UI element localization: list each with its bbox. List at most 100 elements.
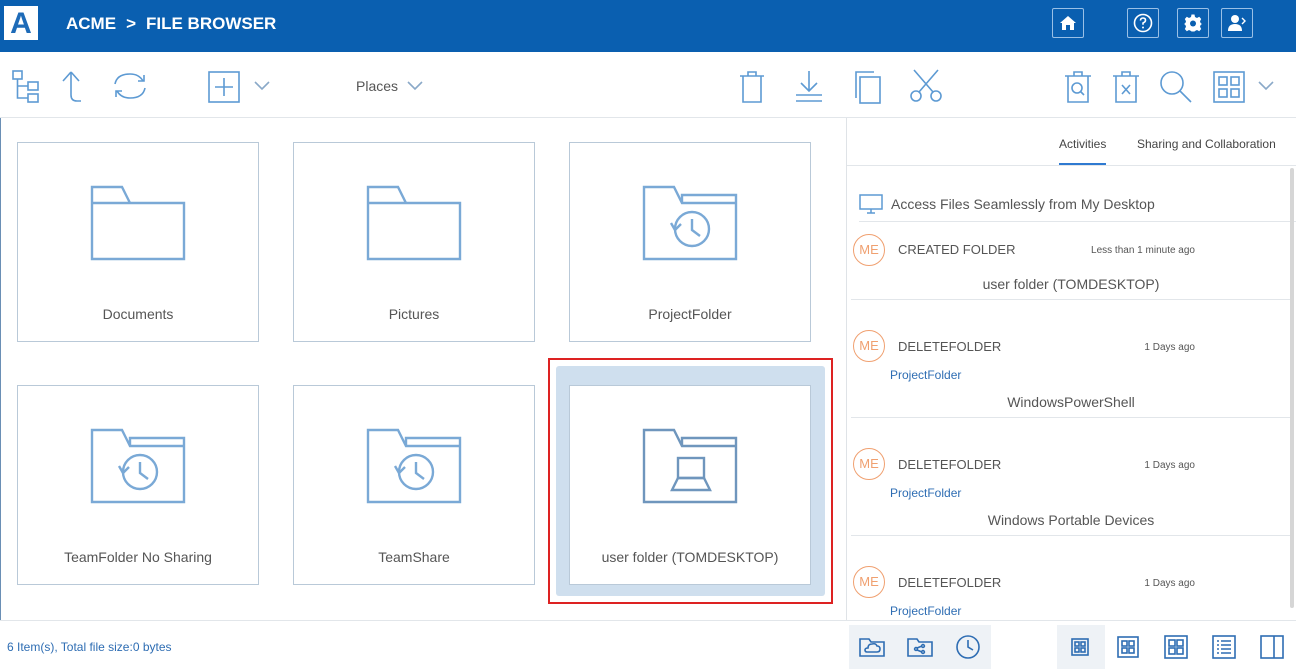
download-button[interactable] — [792, 68, 826, 106]
activity-folder-link[interactable]: ProjectFolder — [890, 486, 961, 500]
status-text: 6 Item(s), Total file size:0 bytes — [7, 640, 172, 654]
home-icon — [1060, 16, 1076, 30]
cloud-folder-icon — [859, 638, 885, 657]
search-recycle-bin-button[interactable] — [1062, 68, 1094, 106]
activity-item: ME DELETEFOLDER 1 Days ago ProjectFolder — [851, 536, 1291, 620]
view-small-tiles-button[interactable] — [1057, 625, 1103, 669]
up-folder-button[interactable] — [58, 68, 84, 104]
up-arrow-icon — [62, 71, 81, 102]
activity-item-name[interactable]: Windows Portable Devices — [851, 512, 1291, 528]
folder-label: Documents — [102, 306, 174, 322]
cloud-folder-button[interactable] — [849, 625, 895, 669]
avatar: ME — [853, 566, 885, 598]
toolbar: Places — [0, 52, 1296, 118]
activity-time: Less than 1 minute ago — [1091, 245, 1195, 256]
activity-folder-link[interactable]: ProjectFolder — [890, 604, 961, 618]
view-large-tiles-button[interactable] — [1153, 625, 1199, 669]
home-button[interactable] — [1052, 8, 1084, 38]
folder-label: Pictures — [388, 306, 440, 322]
cut-icon — [910, 69, 942, 102]
activity-time: 1 Days ago — [1144, 342, 1195, 353]
folder-history-icon — [366, 426, 464, 506]
search-icon — [1160, 71, 1192, 103]
panel-tabs: Activities Sharing and Collaboration — [847, 118, 1296, 166]
activity-item: ME CREATED FOLDER Less than 1 minute ago… — [851, 222, 1291, 300]
monitor-icon — [859, 193, 883, 214]
breadcrumb-separator: > — [126, 14, 136, 33]
add-menu-dropdown[interactable] — [252, 78, 272, 94]
activity-action: CREATED FOLDER — [898, 242, 1016, 257]
activity-item-name[interactable]: WindowsPowerShell — [851, 394, 1291, 410]
user-icon — [1228, 15, 1246, 31]
gear-icon — [1184, 14, 1202, 32]
side-panel-icon — [1260, 635, 1284, 659]
shared-folder-button[interactable] — [897, 625, 943, 669]
folder-grid: Documents Pictures ProjectFolder TeamFol… — [0, 118, 846, 620]
view-mode-dropdown[interactable] — [1256, 78, 1276, 94]
breadcrumb-brand[interactable]: ACME — [66, 14, 116, 33]
add-button[interactable] — [207, 70, 241, 104]
copy-button[interactable] — [850, 68, 884, 106]
activity-item: ME DELETEFOLDER 1 Days ago ProjectFolder… — [851, 418, 1291, 536]
app-header: A ACME > FILE BROWSER — [0, 0, 1296, 52]
small-grid-icon — [1071, 638, 1089, 656]
avatar: ME — [853, 448, 885, 480]
help-button[interactable] — [1127, 8, 1159, 38]
avatar: ME — [853, 234, 885, 266]
folder-tile-documents[interactable]: Documents — [17, 142, 259, 342]
tab-sharing-and-collaboration[interactable]: Sharing and Collaboration — [1137, 137, 1276, 151]
activity-item-name[interactable]: user folder (TOMDESKTOP) — [851, 276, 1291, 292]
activity-folder-link[interactable]: ProjectFolder — [890, 368, 961, 382]
chevron-down-icon — [407, 81, 423, 91]
refresh-button[interactable] — [108, 68, 152, 104]
settings-button[interactable] — [1177, 8, 1209, 38]
large-grid-icon — [1164, 635, 1188, 659]
folder-tile-teamfolder-no-sharing[interactable]: TeamFolder No Sharing — [17, 385, 259, 585]
cut-button[interactable] — [906, 66, 946, 106]
folder-label: user folder (TOMDESKTOP) — [601, 549, 779, 565]
places-dropdown[interactable]: Places — [356, 78, 424, 94]
tree-view-button[interactable] — [10, 68, 44, 104]
share-folder-icon — [907, 638, 933, 657]
tab-activities[interactable]: Activities — [1059, 137, 1107, 165]
activity-action: DELETEFOLDER — [898, 457, 1002, 472]
activity-item: ME DELETEFOLDER 1 Days ago ProjectFolder… — [851, 300, 1291, 418]
folder-history-icon — [90, 426, 188, 506]
list-view-icon — [1212, 635, 1236, 659]
view-medium-tiles-button[interactable] — [1105, 625, 1151, 669]
folder-icon — [366, 183, 464, 263]
help-icon — [1133, 13, 1153, 33]
desktop-promo[interactable]: Access Files Seamlessly from My Desktop — [859, 186, 1296, 222]
trash-icon — [740, 71, 764, 103]
grid-view-icon — [1213, 71, 1245, 103]
view-list-button[interactable] — [1201, 625, 1247, 669]
trash-search-icon — [1065, 71, 1091, 103]
folder-tile-projectfolder[interactable]: ProjectFolder — [569, 142, 811, 342]
copy-icon — [855, 71, 881, 104]
status-bar: 6 Item(s), Total file size:0 bytes — [0, 620, 1296, 670]
avatar: ME — [853, 330, 885, 362]
clear-recycle-bin-button[interactable] — [1110, 68, 1142, 106]
breadcrumb: ACME > FILE BROWSER — [66, 14, 276, 34]
add-icon — [208, 71, 240, 103]
folder-label: TeamShare — [378, 549, 450, 565]
folder-laptop-icon — [642, 426, 740, 506]
user-account-button[interactable] — [1221, 8, 1253, 38]
search-button[interactable] — [1158, 68, 1194, 106]
tree-view-icon — [12, 70, 39, 103]
delete-button[interactable] — [736, 68, 768, 106]
activity-time: 1 Days ago — [1144, 460, 1195, 471]
promo-text: Access Files Seamlessly from My Desktop — [891, 195, 1155, 212]
acme-logo[interactable]: A — [4, 6, 38, 40]
recent-activity-button[interactable] — [945, 625, 991, 669]
places-label: Places — [356, 78, 399, 94]
folder-tile-user-folder[interactable]: user folder (TOMDESKTOP) — [569, 385, 811, 585]
view-mode-button[interactable] — [1212, 69, 1246, 105]
folder-tile-pictures[interactable]: Pictures — [293, 142, 535, 342]
chevron-down-icon — [1258, 81, 1274, 91]
activity-time: 1 Days ago — [1144, 578, 1195, 589]
panel-scrollbar[interactable] — [1290, 168, 1294, 608]
toggle-side-panel-button[interactable] — [1249, 625, 1295, 669]
medium-grid-icon — [1117, 636, 1139, 658]
folder-tile-teamshare[interactable]: TeamShare — [293, 385, 535, 585]
